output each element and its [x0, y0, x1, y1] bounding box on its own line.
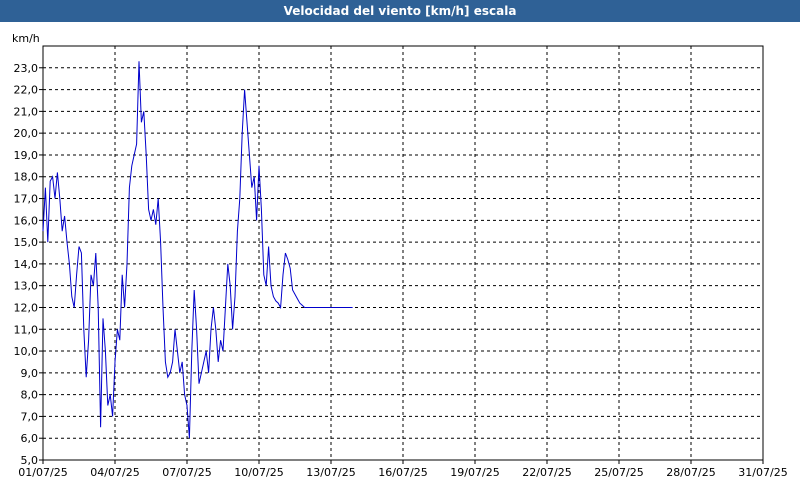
y-tick-label: 13,0 — [14, 280, 39, 293]
y-tick-label: 21,0 — [14, 105, 39, 118]
chart-window: Velocidad del viento [km/h] escala 5,0 6,… — [0, 0, 800, 500]
wind-speed-chart: 5,06,07,08,09,010,011,012,013,014,015,01… — [12, 32, 788, 479]
y-tick-label: 17,0 — [14, 193, 39, 206]
y-tick-label: 22,0 — [14, 84, 39, 97]
y-tick-label: 9,0 — [21, 367, 39, 380]
y-tick-label: 12,0 — [14, 301, 39, 314]
x-tick-label: 10/07/25 — [234, 466, 283, 479]
x-tick-label: 13/07/25 — [306, 466, 355, 479]
y-tick-label: 15,0 — [14, 236, 39, 249]
title-bar: Velocidad del viento [km/h] escala — [0, 0, 800, 22]
x-tick-label: 22/07/25 — [522, 466, 571, 479]
y-tick-label: 20,0 — [14, 127, 39, 140]
x-tick-label: 07/07/25 — [162, 466, 211, 479]
x-tick-label: 01/07/25 — [18, 466, 67, 479]
y-tick-label: 8,0 — [21, 389, 39, 402]
y-tick-label: 14,0 — [14, 258, 39, 271]
y-tick-label: 7,0 — [21, 410, 39, 423]
x-tick-label: 19/07/25 — [450, 466, 499, 479]
x-tick-label: 25/07/25 — [594, 466, 643, 479]
y-tick-label: 16,0 — [14, 214, 39, 227]
y-tick-label: 6,0 — [21, 432, 39, 445]
y-tick-label: 10,0 — [14, 345, 39, 358]
x-tick-label: 31/07/25 — [738, 466, 787, 479]
y-tick-label: 18,0 — [14, 171, 39, 184]
x-tick-label: 28/07/25 — [666, 466, 715, 479]
x-tick-label: 16/07/25 — [378, 466, 427, 479]
x-tick-label: 04/07/25 — [90, 466, 139, 479]
chart-title: Velocidad del viento [km/h] escala — [283, 4, 517, 18]
y-tick-label: 19,0 — [14, 149, 39, 162]
y-tick-label: 23,0 — [14, 62, 39, 75]
y-axis-label: km/h — [12, 32, 40, 45]
y-tick-label: 11,0 — [14, 323, 39, 336]
